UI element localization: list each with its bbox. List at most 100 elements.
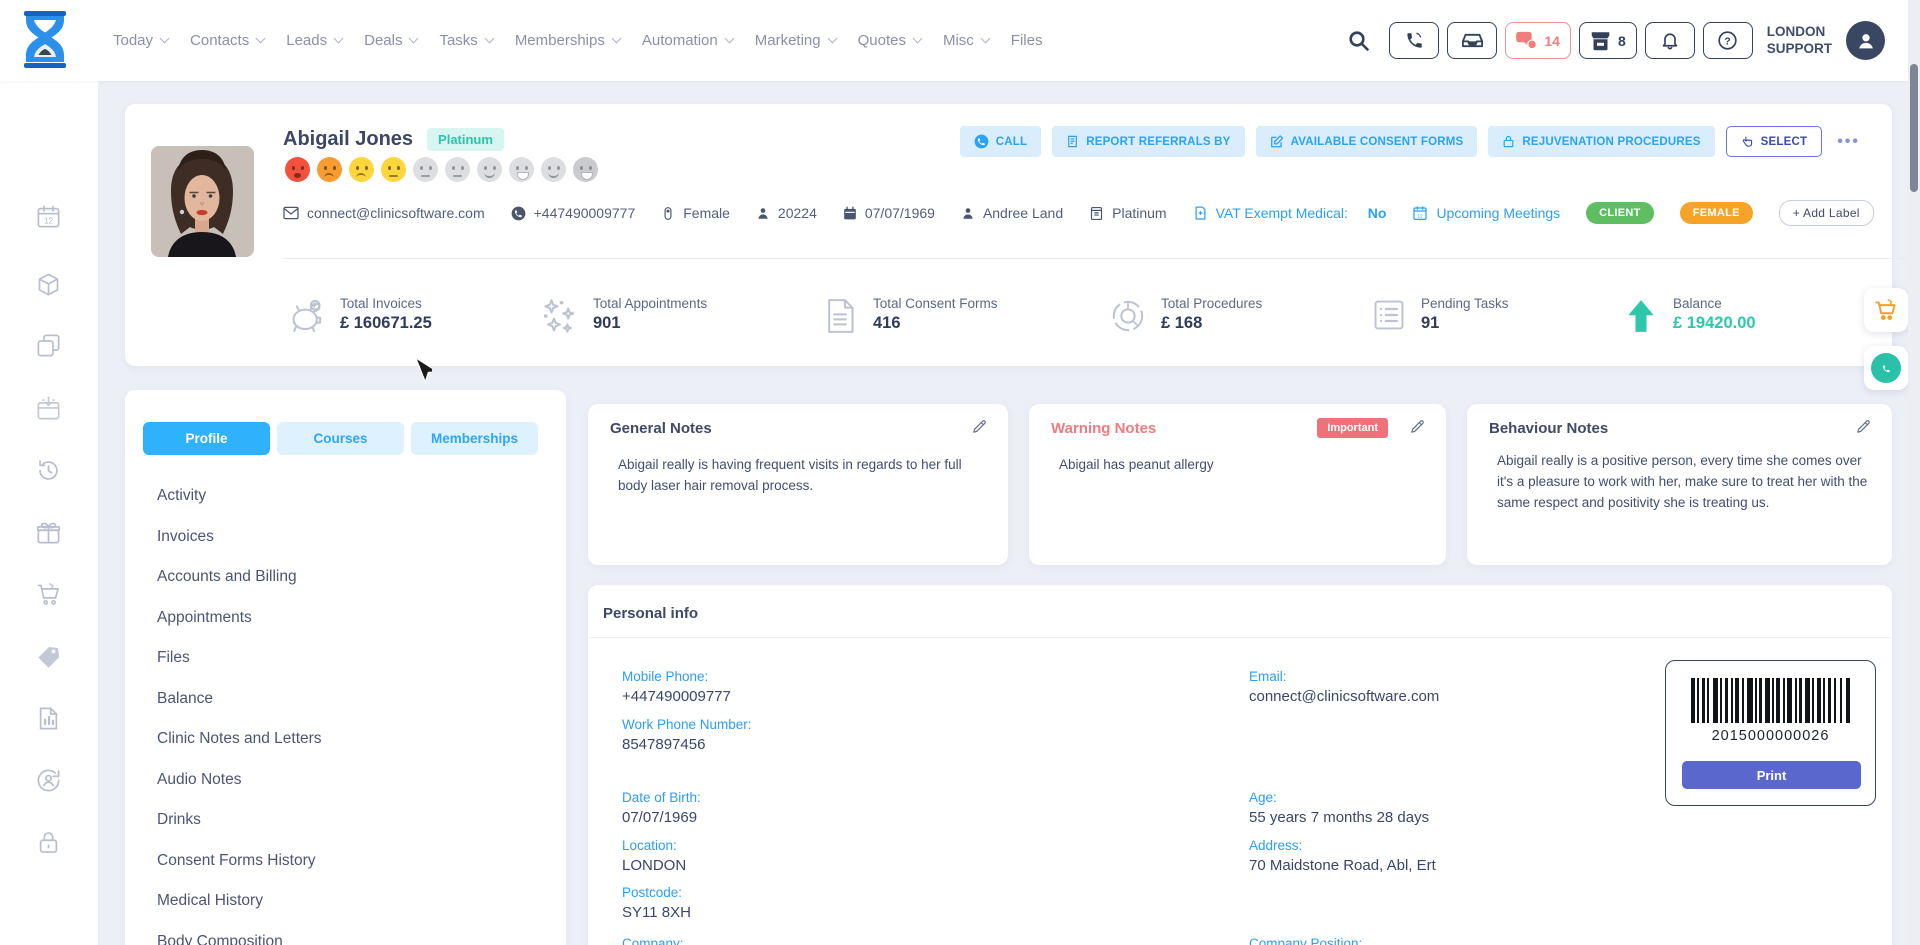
calendar-icon[interactable]: 12 — [35, 203, 62, 230]
scrollbar-thumb[interactable] — [1910, 64, 1918, 192]
dialer-button[interactable] — [1389, 22, 1439, 59]
nav-item-marketing[interactable]: Marketing — [755, 32, 836, 49]
vat-exempt-link[interactable]: VAT Exempt Medical: No — [1193, 205, 1387, 221]
nav-item-files[interactable]: Files — [1011, 32, 1043, 49]
add-label-button[interactable]: + Add Label — [1779, 200, 1874, 226]
document-icon — [820, 296, 860, 336]
behaviour-notes-body: Abigail really is a positive person, eve… — [1489, 451, 1871, 514]
mood-emoji-sad[interactable] — [349, 157, 374, 182]
vertical-scrollbar[interactable] — [1908, 0, 1920, 945]
menu-item-activity[interactable]: Activity — [157, 476, 322, 517]
stat-label: Total Procedures — [1161, 296, 1262, 311]
nav-item-automation[interactable]: Automation — [642, 32, 733, 49]
mood-emoji-grin-gray[interactable] — [573, 157, 598, 182]
mood-emoji-open-smile-gray[interactable] — [509, 157, 534, 182]
user-refresh-icon[interactable] — [35, 767, 62, 794]
menu-item-accounts-and-billing[interactable]: Accounts and Billing — [157, 557, 322, 598]
chevron-down-icon — [913, 34, 923, 44]
mood-emoji-smile-gray[interactable] — [541, 157, 566, 182]
select-button[interactable]: SELECT — [1726, 126, 1823, 157]
clinicsoftware-logo[interactable] — [22, 11, 68, 69]
menu-item-audio-notes[interactable]: Audio Notes — [157, 760, 322, 801]
report-referrals-button[interactable]: REPORT REFERRALS BY — [1052, 126, 1244, 157]
menu-item-invoices[interactable]: Invoices — [157, 517, 322, 558]
membership-card-icon — [1089, 206, 1104, 221]
menu-item-balance[interactable]: Balance — [157, 679, 322, 720]
help-button[interactable]: ? — [1703, 22, 1753, 59]
stat-balance: Balance £ 19420.00 — [1622, 296, 1756, 336]
chevron-down-icon — [256, 34, 266, 44]
field-work-phone: Work Phone Number: 8547897456 — [622, 717, 752, 753]
nav-item-label: Deals — [364, 32, 402, 49]
nav-item-memberships[interactable]: Memberships — [515, 32, 620, 49]
inbox-button[interactable] — [1447, 22, 1497, 59]
mood-emoji-upset[interactable] — [317, 157, 342, 182]
store-count-badge: 8 — [1618, 33, 1626, 49]
calendar-import-icon[interactable] — [35, 395, 62, 422]
menu-item-body-composition[interactable]: Body Composition — [157, 922, 322, 945]
notifications-button[interactable] — [1645, 22, 1695, 59]
menu-item-consent-forms-history[interactable]: Consent Forms History — [157, 841, 322, 882]
nav-item-tasks[interactable]: Tasks — [439, 32, 492, 49]
label-female[interactable]: FEMALE — [1680, 202, 1753, 224]
mood-emoji-neutral-gray[interactable] — [445, 157, 470, 182]
mood-emoji-angry[interactable] — [285, 157, 310, 182]
nav-item-misc[interactable]: Misc — [943, 32, 989, 49]
general-notes-title: General Notes — [610, 420, 986, 437]
edit-pencil-icon[interactable] — [1855, 418, 1872, 435]
available-consent-forms-button[interactable]: AVAILABLE CONSENT FORMS — [1256, 126, 1478, 157]
history-icon[interactable] — [35, 457, 62, 484]
nav-item-today[interactable]: Today — [113, 32, 168, 49]
nav-item-leads[interactable]: Leads — [286, 32, 342, 49]
nav-item-quotes[interactable]: Quotes — [858, 32, 921, 49]
calendar-icon — [843, 206, 857, 221]
report-icon[interactable] — [35, 705, 62, 732]
nav-item-label: Automation — [642, 32, 718, 49]
mood-emoji-neutral[interactable] — [381, 157, 406, 182]
rejuvenation-procedures-button[interactable]: REJUVENATION PROCEDURES — [1488, 126, 1714, 157]
print-barcode-button[interactable]: Print — [1682, 761, 1861, 789]
tab-memberships[interactable]: Memberships — [411, 422, 538, 455]
price-tag-icon[interactable] — [35, 643, 62, 670]
field-company: Company: — [622, 936, 684, 945]
patient-email-item[interactable]: connect@clinicsoftware.com — [283, 205, 485, 221]
tab-courses[interactable]: Courses — [277, 422, 404, 455]
floating-cart-button[interactable] — [1864, 288, 1908, 332]
chevron-down-icon — [160, 34, 170, 44]
store-button[interactable]: 8 — [1579, 22, 1637, 59]
menu-item-files[interactable]: Files — [157, 638, 322, 679]
inbox-icon — [1462, 30, 1483, 51]
mood-emoji-smile-gray[interactable] — [477, 157, 502, 182]
field-postcode: Postcode: SY11 8XH — [622, 885, 691, 921]
tab-profile[interactable]: Profile — [143, 422, 270, 455]
upcoming-meetings-link[interactable]: 12 Upcoming Meetings — [1412, 205, 1560, 221]
package-icon[interactable] — [35, 271, 62, 298]
floating-whatsapp-button[interactable] — [1864, 346, 1908, 390]
chevron-down-icon — [334, 34, 344, 44]
cart-icon[interactable] — [35, 581, 62, 608]
mood-emoji-neutral-gray[interactable] — [413, 157, 438, 182]
duplicate-icon[interactable] — [35, 332, 62, 359]
menu-item-appointments[interactable]: Appointments — [157, 598, 322, 639]
patient-photo[interactable] — [151, 146, 254, 257]
edit-pencil-icon[interactable] — [1409, 418, 1426, 435]
stat-label: Balance — [1673, 296, 1756, 311]
edit-pencil-icon[interactable] — [971, 418, 988, 435]
menu-item-drinks[interactable]: Drinks — [157, 800, 322, 841]
call-button[interactable]: CALL — [960, 126, 1041, 157]
nav-item-contacts[interactable]: Contacts — [190, 32, 264, 49]
nav-item-deals[interactable]: Deals — [364, 32, 417, 49]
mood-scale — [285, 157, 598, 182]
menu-item-clinic-notes-and-letters[interactable]: Clinic Notes and Letters — [157, 719, 322, 760]
label-client[interactable]: CLIENT — [1586, 202, 1654, 224]
stat-total-invoices: Total Invoices £ 160671.25 — [285, 296, 432, 336]
chat-notifications-button[interactable]: 14 — [1505, 22, 1571, 59]
menu-item-medical-history[interactable]: Medical History — [157, 881, 322, 922]
patient-phone-item[interactable]: +447490009777 — [511, 205, 636, 221]
form-pen-icon — [1270, 134, 1284, 149]
user-avatar[interactable] — [1846, 21, 1885, 60]
search-icon[interactable] — [1347, 29, 1371, 53]
more-actions-button[interactable]: ••• — [1837, 133, 1860, 151]
gift-icon[interactable] — [35, 519, 62, 546]
lock-icon[interactable] — [35, 829, 62, 856]
